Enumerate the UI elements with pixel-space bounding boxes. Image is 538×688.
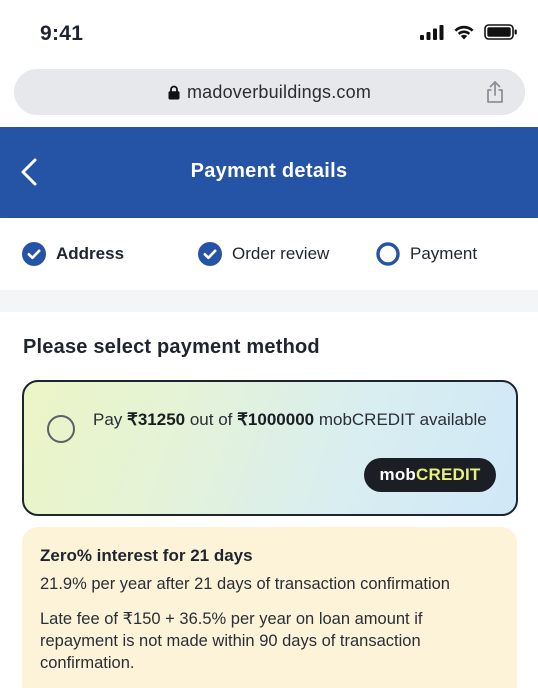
credit-limit: ₹1000000 [237,410,315,429]
url-text: madoverbuildings.com [186,81,372,102]
share-icon[interactable] [485,80,505,104]
section-divider [0,290,538,312]
checkout-steps: Address Order review Payment [0,218,538,290]
status-bar: 9:41 [0,0,538,66]
pay-prefix: Pay [93,410,128,429]
pay-middle: out of [185,410,238,429]
step-label: Payment [410,244,478,263]
info-late-fee: Late fee of ₹150 + 36.5% per year on loa… [40,610,423,672]
battery-icon [484,24,517,40]
check-circle-icon [198,242,222,266]
mobcredit-description: Pay ₹31250 out of ₹1000000 mobCREDIT ava… [93,407,493,433]
status-time: 9:41 [40,22,84,45]
lock-icon [168,85,180,99]
status-icons [420,24,518,40]
step-payment[interactable]: Payment [376,242,477,266]
page-title: Payment details [190,160,348,182]
info-rate: 21.9% per year after 21 days of transact… [40,575,450,593]
pay-suffix: mobCREDIT available [314,410,487,429]
current-step-circle-icon [376,242,400,266]
mobcredit-logo: mob CREDIT [364,458,496,492]
wifi-icon [454,25,474,40]
logo-part-mob: mob [379,465,416,484]
mobcredit-payment-option[interactable]: Pay ₹31250 out of ₹1000000 mobCREDIT ava… [22,380,518,516]
page-header: Payment details [0,127,538,218]
pay-amount: ₹31250 [127,410,186,429]
check-circle-icon [22,242,46,266]
address-bar[interactable]: madoverbuildings.com [14,69,525,115]
cellular-signal-icon [420,25,444,40]
url-display[interactable]: madoverbuildings.com [14,69,525,115]
logo-part-credit: CREDIT [416,465,481,484]
interest-info-box: Zero% interest for 21 days 21.9% per yea… [22,527,517,688]
mobcredit-radio[interactable] [47,415,75,443]
info-title: Zero% interest for 21 days [40,546,253,565]
step-label: Order review [232,244,330,263]
step-address[interactable]: Address [22,242,124,266]
step-label: Address [56,244,125,263]
payment-method-heading: Please select payment method [23,336,320,358]
step-order-review[interactable]: Order review [198,242,329,266]
